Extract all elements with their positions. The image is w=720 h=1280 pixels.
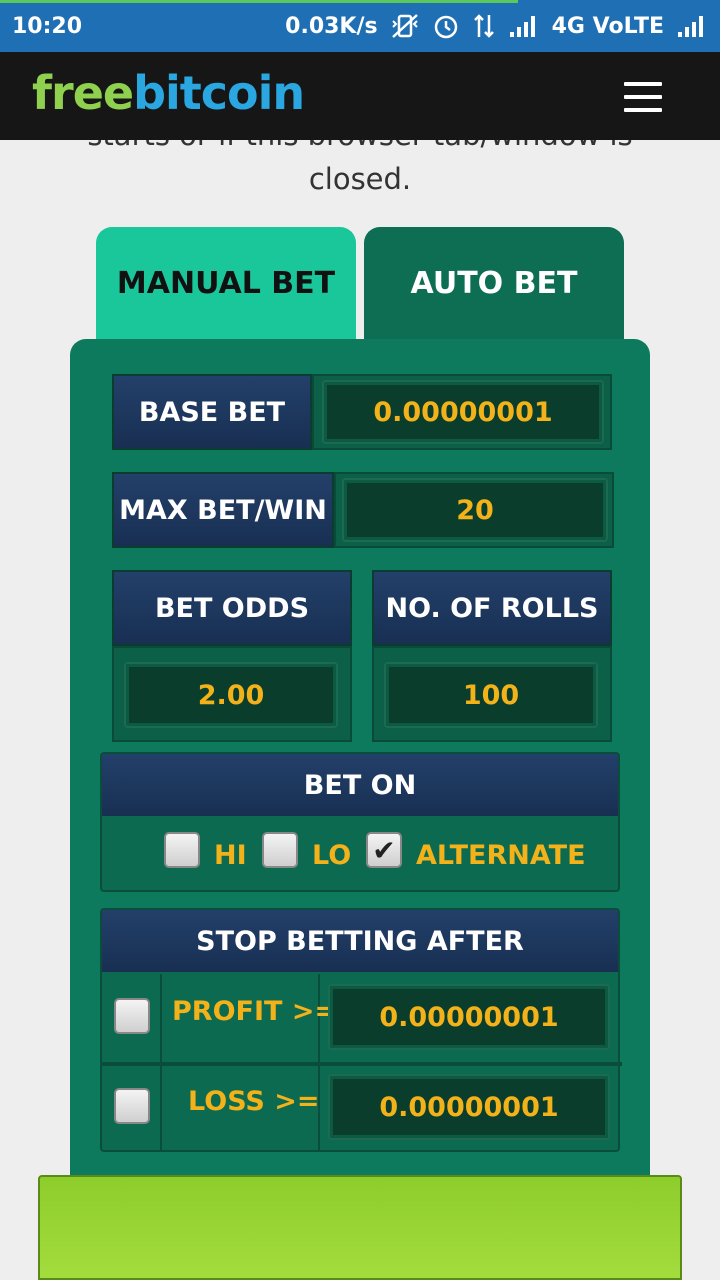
- signal-icon: [508, 14, 540, 38]
- lo-checkbox[interactable]: [262, 832, 298, 868]
- divider: [102, 1062, 622, 1066]
- page-load-progress: [0, 0, 518, 3]
- max-bet-input[interactable]: 20: [342, 478, 608, 542]
- bet-on-section: BET ON HI LO ✔ ALTERNATE: [100, 752, 620, 892]
- profit-checkbox[interactable]: [114, 998, 150, 1034]
- tab-manual-bet[interactable]: MANUAL BET: [96, 227, 356, 339]
- bet-on-title: BET ON: [102, 754, 618, 816]
- intro-text-line2: closed.: [308, 162, 412, 196]
- profit-label: PROFIT >=: [172, 996, 338, 1027]
- alternate-label: ALTERNATE: [416, 840, 586, 871]
- network-type: 4G VoLTE: [551, 13, 664, 39]
- hi-checkbox[interactable]: [164, 832, 200, 868]
- max-bet-label: MAX BET/WIN: [112, 472, 334, 548]
- checkmark-icon: ✔: [372, 833, 396, 867]
- start-auto-bet-button[interactable]: [38, 1175, 682, 1280]
- lo-label: LO: [312, 840, 352, 871]
- status-bar: 10:20 0.03K/s 4G VoLTE: [0, 0, 720, 52]
- stop-betting-title: STOP BETTING AFTER: [102, 910, 618, 972]
- bet-odds-label: BET ODDS: [112, 570, 352, 646]
- freebitcoin-logo[interactable]: freebitcoin: [32, 66, 305, 120]
- intro-text-line1: starts or if this browser tab/window is: [0, 140, 720, 152]
- rolls-input[interactable]: 100: [384, 662, 598, 728]
- status-time: 10:20: [12, 13, 83, 39]
- hamburger-icon[interactable]: [624, 82, 664, 114]
- top-navbar: freebitcoin: [0, 52, 720, 140]
- alternate-checkbox[interactable]: ✔: [366, 832, 402, 868]
- base-bet-label: BASE BET: [112, 374, 312, 450]
- network-speed: 0.03K/s: [285, 13, 378, 39]
- vibrate-off-icon: [390, 13, 420, 39]
- data-arrows-icon: [472, 13, 496, 39]
- profit-input[interactable]: 0.00000001: [328, 984, 610, 1050]
- auto-bet-panel: BASE BET 0.00000001 MAX BET/WIN 20 BET O…: [70, 339, 650, 1175]
- signal-icon: [676, 14, 708, 38]
- loss-checkbox[interactable]: [114, 1088, 150, 1124]
- rolls-label: NO. OF ROLLS: [372, 570, 612, 646]
- alarm-icon: [432, 12, 460, 40]
- page-content: starts or if this browser tab/window is …: [0, 140, 720, 1175]
- hi-label: HI: [214, 840, 247, 871]
- tab-auto-bet[interactable]: AUTO BET: [364, 227, 624, 339]
- bet-odds-input[interactable]: 2.00: [124, 662, 338, 728]
- status-right: 0.03K/s 4G VoLTE: [285, 12, 708, 40]
- divider: [160, 974, 162, 1152]
- loss-label: LOSS >=: [188, 1086, 320, 1117]
- base-bet-input[interactable]: 0.00000001: [322, 380, 604, 444]
- stop-betting-section: STOP BETTING AFTER PROFIT >= 0.00000001 …: [100, 908, 622, 1152]
- loss-input[interactable]: 0.00000001: [328, 1074, 610, 1140]
